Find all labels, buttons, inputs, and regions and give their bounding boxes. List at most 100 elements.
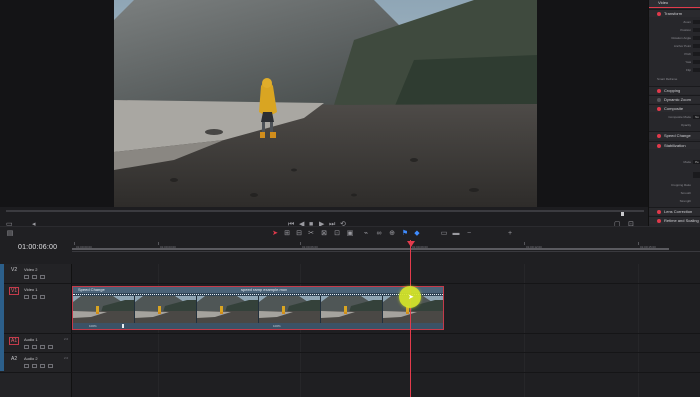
- track-lane-v2[interactable]: [72, 264, 700, 284]
- prop-composite-mode-value[interactable]: No: [693, 115, 700, 119]
- section-toggle-icon[interactable]: [657, 98, 661, 102]
- auto-select-icon[interactable]: [32, 295, 37, 299]
- track-name: Audio 1: [24, 337, 38, 342]
- clip-name: speed ramp example.mov: [241, 287, 288, 292]
- viewer-panel: [0, 0, 648, 207]
- clip-header: Speed Change speed ramp example.mov: [73, 287, 443, 293]
- track-id: V2: [11, 267, 18, 273]
- lock-icon[interactable]: [24, 364, 29, 368]
- section-toggle-icon[interactable]: [657, 12, 661, 16]
- track-lane-a1[interactable]: [72, 334, 700, 353]
- snapping-icon[interactable]: ⌁: [362, 230, 370, 238]
- monitor-icon[interactable]: [40, 295, 45, 299]
- track-header-v1[interactable]: V1 Video 1: [0, 284, 72, 334]
- ruler-tick-mark: [74, 242, 75, 245]
- prop-pitch-value[interactable]: [693, 52, 700, 56]
- linked-selection-icon[interactable]: ∞: [375, 230, 383, 238]
- section-cropping[interactable]: Cropping: [649, 86, 700, 94]
- speed-bar[interactable]: 100% 100%: [73, 323, 443, 329]
- camera-lock-checkbox[interactable]: [693, 172, 700, 178]
- flag-icon[interactable]: ⚑: [401, 230, 409, 238]
- prop-smooth-label: Smooth: [680, 191, 691, 195]
- section-dynamic-zoom[interactable]: Dynamic Zoom: [649, 95, 700, 103]
- section-toggle-icon[interactable]: [657, 134, 661, 138]
- prop-position-value[interactable]: [693, 28, 700, 32]
- section-toggle-icon[interactable]: [657, 219, 661, 223]
- prop-rotation-label: Rotation Angle: [671, 36, 691, 40]
- section-retime-scaling[interactable]: Retime and Scaling: [649, 216, 700, 224]
- zoom-full-icon[interactable]: ▭: [440, 230, 448, 238]
- video-frame[interactable]: [114, 0, 537, 207]
- inspector-tab-video[interactable]: Video: [649, 0, 700, 8]
- dynamic-trim-icon[interactable]: ⊟: [295, 230, 303, 238]
- selection-tool-icon[interactable]: ➤: [271, 230, 279, 238]
- prop-flip-label: Flip: [686, 68, 691, 72]
- auto-select-icon[interactable]: [32, 364, 37, 368]
- timeline-ruler[interactable]: 01:00:00:00 01:00:03:00 01:00:06:00 01:0…: [72, 242, 700, 252]
- section-toggle-icon[interactable]: [657, 210, 661, 214]
- section-toggle-icon[interactable]: [657, 144, 661, 148]
- prop-rotation-value[interactable]: [693, 36, 700, 40]
- lock-icon[interactable]: [24, 295, 29, 299]
- zoom-in-icon[interactable]: +: [506, 230, 514, 238]
- timeline-range-bar[interactable]: [72, 248, 669, 250]
- lock-icon[interactable]: [24, 345, 29, 349]
- insert-clip-icon[interactable]: ⊠: [320, 230, 328, 238]
- track-name: Audio 2: [24, 356, 38, 361]
- monitor-icon[interactable]: [40, 275, 45, 279]
- mute-icon[interactable]: [48, 364, 53, 368]
- prop-anchor-value[interactable]: [693, 44, 700, 48]
- prop-yaw-value[interactable]: [693, 60, 700, 64]
- solo-icon[interactable]: [40, 345, 45, 349]
- prop-flip-toggle[interactable]: [693, 68, 700, 72]
- speed-point-handle[interactable]: [122, 324, 124, 328]
- channel-format: 2.0: [64, 356, 69, 360]
- prop-anchor-label: Anchor Point: [673, 44, 691, 48]
- prop-zoom-value[interactable]: [693, 20, 700, 24]
- playhead-line[interactable]: [410, 240, 411, 397]
- position-lock-icon[interactable]: ⊕: [388, 230, 396, 238]
- playhead-handle[interactable]: [407, 241, 415, 247]
- section-toggle-icon[interactable]: [657, 107, 661, 111]
- prop-cropping-ratio-label: Cropping Ratio: [670, 183, 691, 187]
- section-transform[interactable]: Transform: [649, 9, 700, 17]
- scrubber-handle[interactable]: [621, 212, 624, 216]
- lock-icon[interactable]: [24, 275, 29, 279]
- track-header-a1[interactable]: A1 Audio 1 2.0: [0, 334, 72, 353]
- overwrite-clip-icon[interactable]: ⊡: [333, 230, 341, 238]
- track-header-v2[interactable]: V2 Video 2: [0, 264, 72, 284]
- zoom-out-icon[interactable]: −: [465, 230, 473, 238]
- marker-icon[interactable]: ◆: [413, 230, 421, 238]
- timeline-timecode[interactable]: 01:00:06:00: [18, 244, 57, 251]
- zoom-detail-icon[interactable]: ▬: [452, 230, 460, 238]
- ruler-tick-mark: [300, 242, 301, 245]
- prop-mode-value[interactable]: Pe: [693, 160, 700, 164]
- section-stabilization[interactable]: Stabilization: [649, 141, 700, 149]
- timeline-view-options-icon[interactable]: ▤: [6, 230, 14, 238]
- viewer-scrubber[interactable]: [6, 210, 644, 216]
- speed-percent-mid: 100%: [273, 324, 281, 328]
- smart-reframe-label[interactable]: Smart Reframe: [657, 77, 677, 81]
- section-composite[interactable]: Composite: [649, 104, 700, 112]
- selection-rail: [0, 264, 4, 371]
- track-name: Video 1: [24, 287, 38, 292]
- channel-format: 2.0: [64, 337, 69, 341]
- track-id: A2: [11, 356, 18, 362]
- section-toggle-icon[interactable]: [657, 89, 661, 93]
- prop-opacity-label: Opacity: [680, 123, 691, 127]
- auto-select-icon[interactable]: [32, 275, 37, 279]
- timeline-tracks[interactable]: Speed Change speed ramp example.mov 100%…: [72, 264, 700, 397]
- replace-clip-icon[interactable]: ▣: [346, 230, 354, 238]
- section-speed-change[interactable]: Speed Change: [649, 131, 700, 139]
- trim-tool-icon[interactable]: ⊞: [283, 230, 291, 238]
- auto-select-icon[interactable]: [32, 345, 37, 349]
- blade-tool-icon[interactable]: ✂: [307, 230, 315, 238]
- prop-strength-label: Strength: [679, 199, 691, 203]
- solo-icon[interactable]: [40, 364, 45, 368]
- inspector-panel: Video Transform Zoom Position Rotation A…: [648, 0, 700, 240]
- track-lane-a2[interactable]: [72, 353, 700, 373]
- video-clip[interactable]: Speed Change speed ramp example.mov 100%…: [72, 286, 444, 330]
- section-lens-correction[interactable]: Lens Correction: [649, 207, 700, 215]
- mute-icon[interactable]: [48, 345, 53, 349]
- track-header-a2[interactable]: A2 Audio 2 2.0: [0, 353, 72, 373]
